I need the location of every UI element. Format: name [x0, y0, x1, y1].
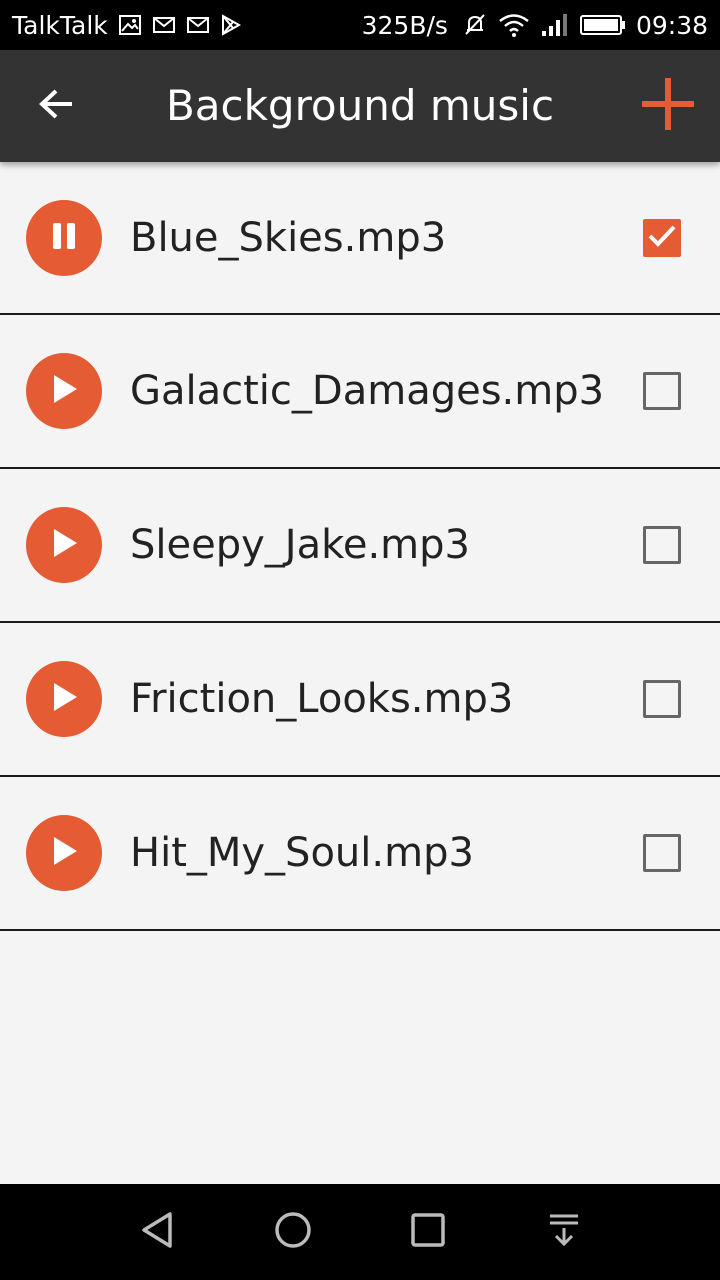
pause-icon [50, 221, 78, 255]
status-right: 325B/s 09:38 [362, 11, 708, 40]
play-icon [49, 527, 79, 563]
nav-home-button[interactable] [263, 1202, 323, 1262]
list-item[interactable]: Sleepy_Jake.mp3 [0, 469, 720, 623]
app-bar: Background music [0, 50, 720, 162]
home-circle-icon [273, 1210, 313, 1254]
track-checkbox[interactable] [643, 218, 681, 257]
status-left: TalkTalk [12, 11, 242, 40]
track-name: Hit_My_Soul.mp3 [130, 830, 474, 876]
back-triangle-icon [138, 1210, 178, 1254]
recents-square-icon [408, 1210, 448, 1254]
pause-button[interactable] [26, 199, 102, 276]
list-item[interactable]: Galactic_Damages.mp3 [0, 315, 720, 469]
list-item[interactable]: Friction_Looks.mp3 [0, 623, 720, 777]
track-name: Sleepy_Jake.mp3 [130, 522, 470, 568]
play-button[interactable] [26, 507, 102, 583]
track-checkbox[interactable] [643, 526, 681, 564]
clock: 09:38 [635, 10, 708, 40]
gallery-icon [118, 14, 142, 36]
nav-notification-button[interactable] [534, 1202, 594, 1262]
list-item[interactable]: Hit_My_Soul.mp3 [0, 777, 720, 931]
navigation-bar [0, 1184, 720, 1280]
mute-icon [462, 12, 488, 38]
track-name: Galactic_Damages.mp3 [130, 368, 605, 414]
net-speed: 325B/s [361, 10, 448, 40]
checkmark-icon [647, 223, 677, 253]
notification-pull-icon [544, 1210, 584, 1254]
mail-icon [152, 16, 176, 34]
nav-recents-button[interactable] [398, 1202, 458, 1262]
play-button[interactable] [26, 353, 102, 429]
music-list: Blue_Skies.mp3 Galactic_Damages.mp3 Slee… [0, 162, 720, 931]
play-store-icon [220, 14, 242, 36]
track-name: Blue_Skies.mp3 [130, 214, 447, 261]
nav-back-button[interactable] [128, 1202, 188, 1262]
signal-icon [540, 13, 570, 37]
back-button[interactable] [28, 78, 84, 134]
wifi-icon [498, 13, 530, 37]
carrier-name: TalkTalk [12, 10, 108, 40]
page-title: Background music [165, 81, 555, 130]
track-checkbox[interactable] [643, 372, 681, 410]
track-name: Friction_Looks.mp3 [130, 676, 514, 722]
arrow-back-icon [38, 88, 74, 124]
play-button[interactable] [26, 661, 102, 737]
status-bar: TalkTalk 325B/s 09:38 [0, 0, 720, 50]
track-checkbox[interactable] [643, 680, 681, 718]
mail-icon [186, 16, 210, 34]
list-item[interactable]: Blue_Skies.mp3 [0, 162, 720, 315]
battery-icon [579, 14, 626, 36]
track-checkbox[interactable] [643, 834, 681, 872]
add-music-button[interactable] [634, 72, 702, 140]
plus-icon [640, 76, 696, 136]
play-icon [49, 835, 79, 871]
play-icon [49, 681, 79, 717]
play-button[interactable] [26, 815, 102, 891]
play-icon [49, 373, 79, 409]
